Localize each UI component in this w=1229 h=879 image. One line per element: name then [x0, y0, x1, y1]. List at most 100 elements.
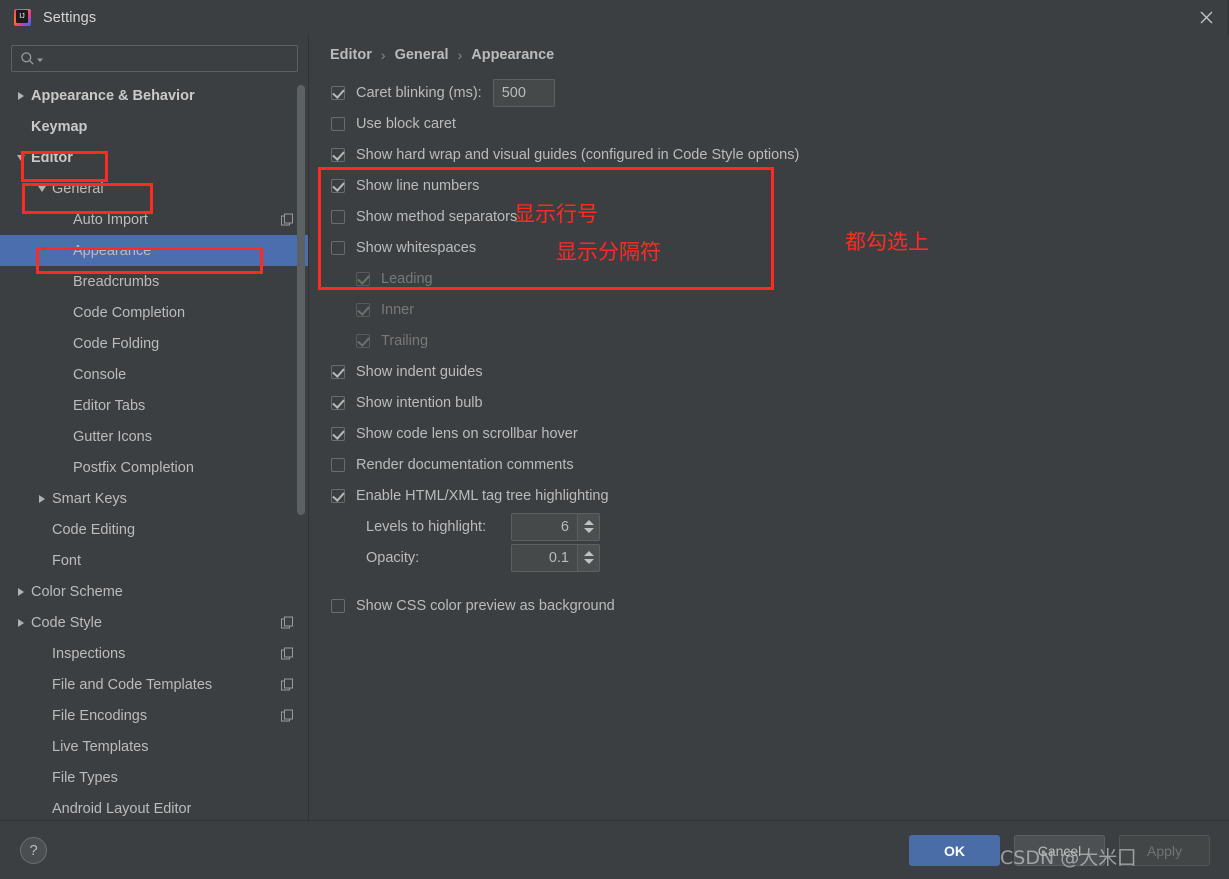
checkbox-checked-icon[interactable]	[331, 178, 345, 193]
breadcrumb-part-3[interactable]: Appearance	[471, 47, 554, 63]
copy-settings-icon[interactable]	[281, 678, 294, 691]
sidebar-item-general[interactable]: General	[0, 173, 308, 204]
sidebar-item-file-types[interactable]: File Types	[0, 762, 308, 793]
chevron-right-icon[interactable]	[14, 616, 27, 629]
chevron-down-icon[interactable]	[35, 182, 48, 195]
close-icon[interactable]	[1183, 0, 1229, 35]
title-bar: Settings	[0, 0, 1229, 35]
chevron-right-icon[interactable]	[35, 492, 48, 505]
sidebar-scrollbar-thumb[interactable]	[297, 85, 305, 515]
sidebar-item-code-editing[interactable]: Code Editing	[0, 514, 308, 545]
sidebar-item-font[interactable]: Font	[0, 545, 308, 576]
option-row[interactable]: Show indent guides	[331, 356, 1229, 387]
chevron-down-icon[interactable]	[14, 151, 27, 164]
sidebar-item-label: Editor Tabs	[73, 397, 146, 414]
checkbox-unchecked-icon[interactable]	[331, 457, 345, 472]
sidebar-item-label: Appearance	[73, 242, 152, 259]
sidebar-item-code-style[interactable]: Code Style	[0, 607, 308, 638]
spinner-stepper[interactable]	[577, 544, 599, 571]
sidebar-item-label: Code Style	[31, 614, 102, 631]
option-row[interactable]: Show CSS color preview as background	[331, 590, 1229, 621]
checkbox-checked-icon[interactable]	[331, 426, 345, 441]
sidebar-item-color-scheme[interactable]: Color Scheme	[0, 576, 308, 607]
chevron-right-icon[interactable]	[14, 89, 27, 102]
checkbox-unchecked-icon[interactable]	[331, 116, 345, 131]
sidebar-item-file-and-code-templates[interactable]: File and Code Templates	[0, 669, 308, 700]
option-row[interactable]: Show whitespaces	[331, 232, 1229, 263]
checkbox-unchecked-icon[interactable]	[331, 240, 345, 255]
option-row[interactable]: Trailing	[331, 325, 1229, 356]
spinner-up-icon[interactable]	[583, 551, 594, 556]
checkbox-checked-icon[interactable]	[331, 147, 345, 162]
sidebar-item-editor-tabs[interactable]: Editor Tabs	[0, 390, 308, 421]
spinner-stepper[interactable]	[577, 513, 599, 540]
option-row[interactable]: Leading	[331, 263, 1229, 294]
search-input[interactable]	[44, 51, 297, 66]
option-row[interactable]: Enable HTML/XML tag tree highlighting	[331, 480, 1229, 511]
search-box[interactable]	[11, 45, 298, 72]
checkbox-checked-icon[interactable]	[331, 488, 345, 503]
checkbox-unchecked-icon[interactable]	[331, 598, 345, 613]
sidebar-item-appearance-behavior[interactable]: Appearance & Behavior	[0, 80, 308, 111]
breadcrumb-part-1[interactable]: Editor	[330, 47, 372, 63]
sidebar-item-postfix-completion[interactable]: Postfix Completion	[0, 452, 308, 483]
sidebar-item-label: Console	[73, 366, 127, 383]
caret-blinking-input[interactable]: 500	[492, 78, 555, 107]
sidebar-item-file-encodings[interactable]: File Encodings	[0, 700, 308, 731]
option-row[interactable]: Show line numbers	[331, 170, 1229, 201]
checkbox-checked-icon[interactable]	[331, 364, 345, 379]
option-row[interactable]: Show code lens on scrollbar hover	[331, 418, 1229, 449]
sidebar-item-live-templates[interactable]: Live Templates	[0, 731, 308, 762]
spinner-down-icon[interactable]	[583, 559, 594, 564]
breadcrumb-part-2[interactable]: General	[395, 47, 449, 63]
sidebar-item-gutter-icons[interactable]: Gutter Icons	[0, 421, 308, 452]
spinner-control[interactable]: 0.1	[511, 543, 600, 572]
option-row[interactable]: Show hard wrap and visual guides (config…	[331, 139, 1229, 170]
ok-button[interactable]: OK	[909, 835, 1000, 866]
sidebar-item-keymap[interactable]: Keymap	[0, 111, 308, 142]
help-button[interactable]: ?	[20, 837, 47, 864]
breadcrumb-separator: ›	[457, 47, 463, 63]
option-row[interactable]: Show method separators	[331, 201, 1229, 232]
option-row[interactable]: Inner	[331, 294, 1229, 325]
sidebar-item-label: Code Completion	[73, 304, 186, 321]
checkbox-unchecked-icon[interactable]	[331, 209, 345, 224]
copy-settings-icon[interactable]	[281, 616, 294, 629]
checkbox-checked-icon[interactable]	[331, 395, 345, 410]
sidebar-item-appearance[interactable]: Appearance	[0, 235, 308, 266]
spinner-value[interactable]: 6	[512, 513, 577, 540]
breadcrumb-separator: ›	[380, 47, 386, 63]
sidebar-item-label: Appearance & Behavior	[31, 87, 195, 104]
sidebar-item-editor[interactable]: Editor	[0, 142, 308, 173]
sidebar-item-console[interactable]: Console	[0, 359, 308, 390]
chevron-right-icon[interactable]	[14, 585, 27, 598]
sidebar-item-code-completion[interactable]: Code Completion	[0, 297, 308, 328]
option-label: Enable HTML/XML tag tree highlighting	[356, 487, 609, 504]
sidebar-item-label: General	[52, 180, 104, 197]
settings-tree[interactable]: Appearance & Behavior Keymap Editor General…	[0, 80, 308, 820]
copy-settings-icon[interactable]	[281, 647, 294, 660]
sidebar-item-code-folding[interactable]: Code Folding	[0, 328, 308, 359]
sidebar-item-smart-keys[interactable]: Smart Keys	[0, 483, 308, 514]
apply-button[interactable]: Apply	[1119, 835, 1210, 866]
sidebar-item-breadcrumbs[interactable]: Breadcrumbs	[0, 266, 308, 297]
sidebar-item-auto-import[interactable]: Auto Import	[0, 204, 308, 235]
copy-settings-icon[interactable]	[281, 709, 294, 722]
option-row[interactable]: Use block caret	[331, 108, 1229, 139]
sidebar-scrollbar-track[interactable]	[297, 85, 305, 550]
option-row[interactable]: Render documentation comments	[331, 449, 1229, 480]
option-row[interactable]: Caret blinking (ms): 500	[331, 77, 1229, 108]
spinner-up-icon[interactable]	[583, 520, 594, 525]
cancel-button[interactable]: Cancel	[1014, 835, 1105, 866]
checkbox-checked-icon	[356, 302, 370, 317]
option-label: Trailing	[381, 332, 429, 349]
copy-settings-icon[interactable]	[281, 213, 294, 226]
option-row[interactable]: Show intention bulb	[331, 387, 1229, 418]
sidebar-item-android-layout-editor[interactable]: Android Layout Editor	[0, 793, 308, 820]
sidebar-item-inspections[interactable]: Inspections	[0, 638, 308, 669]
checkbox-checked-icon[interactable]	[331, 85, 345, 100]
window-title: Settings	[43, 9, 97, 26]
spinner-value[interactable]: 0.1	[512, 544, 577, 571]
spinner-down-icon[interactable]	[583, 528, 594, 533]
spinner-control[interactable]: 6	[511, 512, 600, 541]
